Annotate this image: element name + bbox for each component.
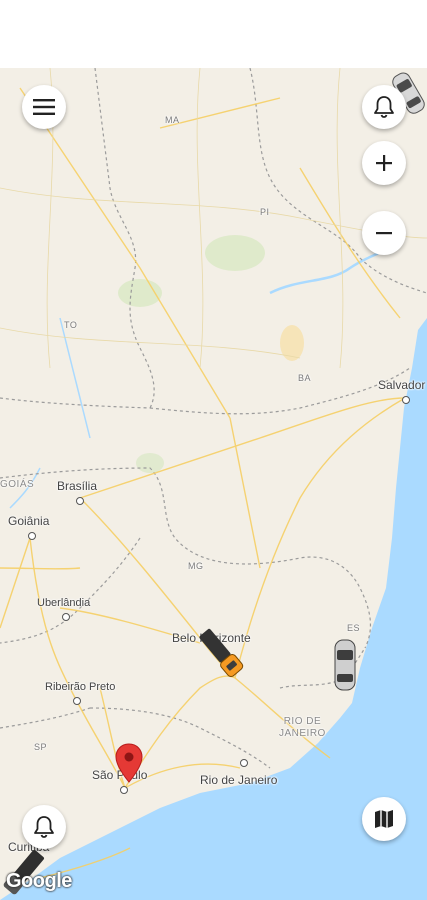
city-label-uberlandia: Uberlândia xyxy=(37,597,91,609)
region-label-goias: GOIÁS xyxy=(0,479,35,490)
city-label-brasilia: Brasília xyxy=(57,479,98,493)
city-dot-uberlandia xyxy=(62,613,70,621)
bell-icon xyxy=(34,816,54,838)
zoom-out-button[interactable] xyxy=(362,211,406,255)
region-label-ma: MA xyxy=(165,115,180,125)
city-dot-ribeirao-preto xyxy=(73,697,81,705)
region-label-rio-state: RIO DE JANEIRO xyxy=(279,716,326,739)
menu-button[interactable] xyxy=(22,85,66,129)
notifications-bottom-button[interactable] xyxy=(22,805,66,849)
location-pin-icon[interactable] xyxy=(115,743,143,783)
city-label-rio-de-janeiro: Rio de Janeiro xyxy=(200,773,278,787)
city-dot-sao-paulo xyxy=(120,786,128,794)
map-view[interactable]: MA PI TO BA MG ES SP GOIÁS RIO DE JANEIR… xyxy=(0,68,427,900)
city-label-salvador: Salvador xyxy=(378,378,426,392)
google-logo: Google xyxy=(6,870,72,892)
truck-icon[interactable] xyxy=(195,626,249,682)
city-dot-brasilia xyxy=(76,497,84,505)
region-label-mg: MG xyxy=(188,561,204,571)
top-app-bar xyxy=(0,0,427,68)
menu-icon xyxy=(33,99,55,115)
city-dot-salvador xyxy=(402,396,410,404)
city-label-ribeirao-preto: Ribeirão Preto xyxy=(45,681,116,693)
city-label-goiania: Goiânia xyxy=(8,514,50,528)
notifications-button[interactable] xyxy=(362,85,406,129)
region-label-ba: BA xyxy=(298,373,312,383)
region-label-pi: PI xyxy=(260,207,270,217)
map-layers-button[interactable] xyxy=(362,797,406,841)
region-label-es: ES xyxy=(347,623,361,633)
zoom-in-button[interactable] xyxy=(362,141,406,185)
region-label-sp: SP xyxy=(34,742,48,752)
city-dot-goiania xyxy=(28,532,36,540)
city-dot-rio-de-janeiro xyxy=(240,759,248,767)
map-icon xyxy=(375,810,393,828)
bell-icon xyxy=(374,96,394,118)
minus-icon xyxy=(376,232,392,235)
plus-icon xyxy=(376,155,392,171)
car-icon[interactable] xyxy=(332,638,358,692)
region-label-to: TO xyxy=(64,320,78,330)
